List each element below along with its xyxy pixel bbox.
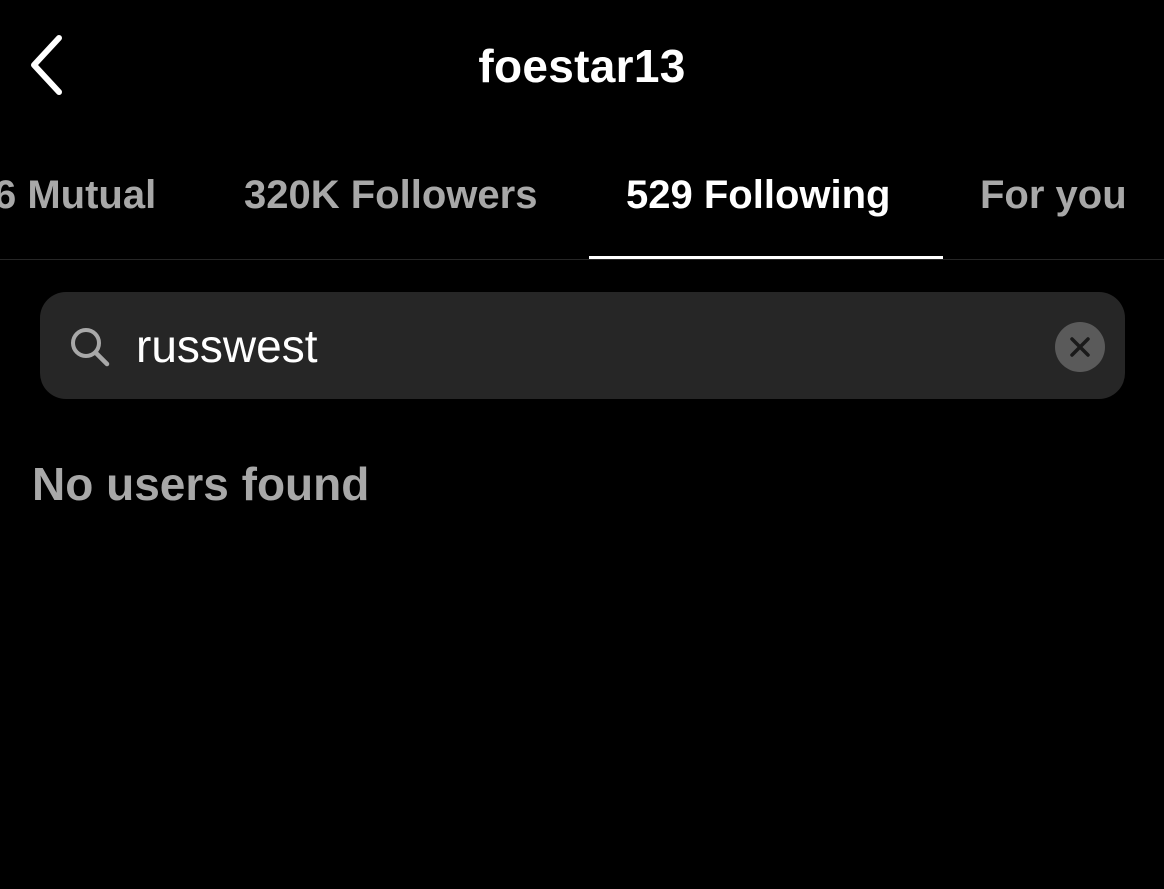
empty-results-message: No users found <box>32 458 370 510</box>
search-bar[interactable] <box>40 292 1125 399</box>
page-title: foestar13 <box>478 40 686 92</box>
search-input[interactable] <box>136 314 1016 378</box>
clear-icon <box>1070 337 1090 357</box>
search-icon <box>71 328 110 367</box>
tab-bar: 6 Mutual 320K Followers 529 Following Fo… <box>0 160 1164 260</box>
clear-search-button[interactable] <box>1055 322 1105 372</box>
tabs-divider <box>0 259 1164 260</box>
tab-for-you[interactable]: For you <box>980 172 1127 218</box>
tab-followers[interactable]: 320K Followers <box>244 172 537 218</box>
tab-mutual[interactable]: 6 Mutual <box>0 172 156 218</box>
tab-following[interactable]: 529 Following <box>626 172 890 218</box>
top-bar: foestar13 <box>0 0 1164 130</box>
